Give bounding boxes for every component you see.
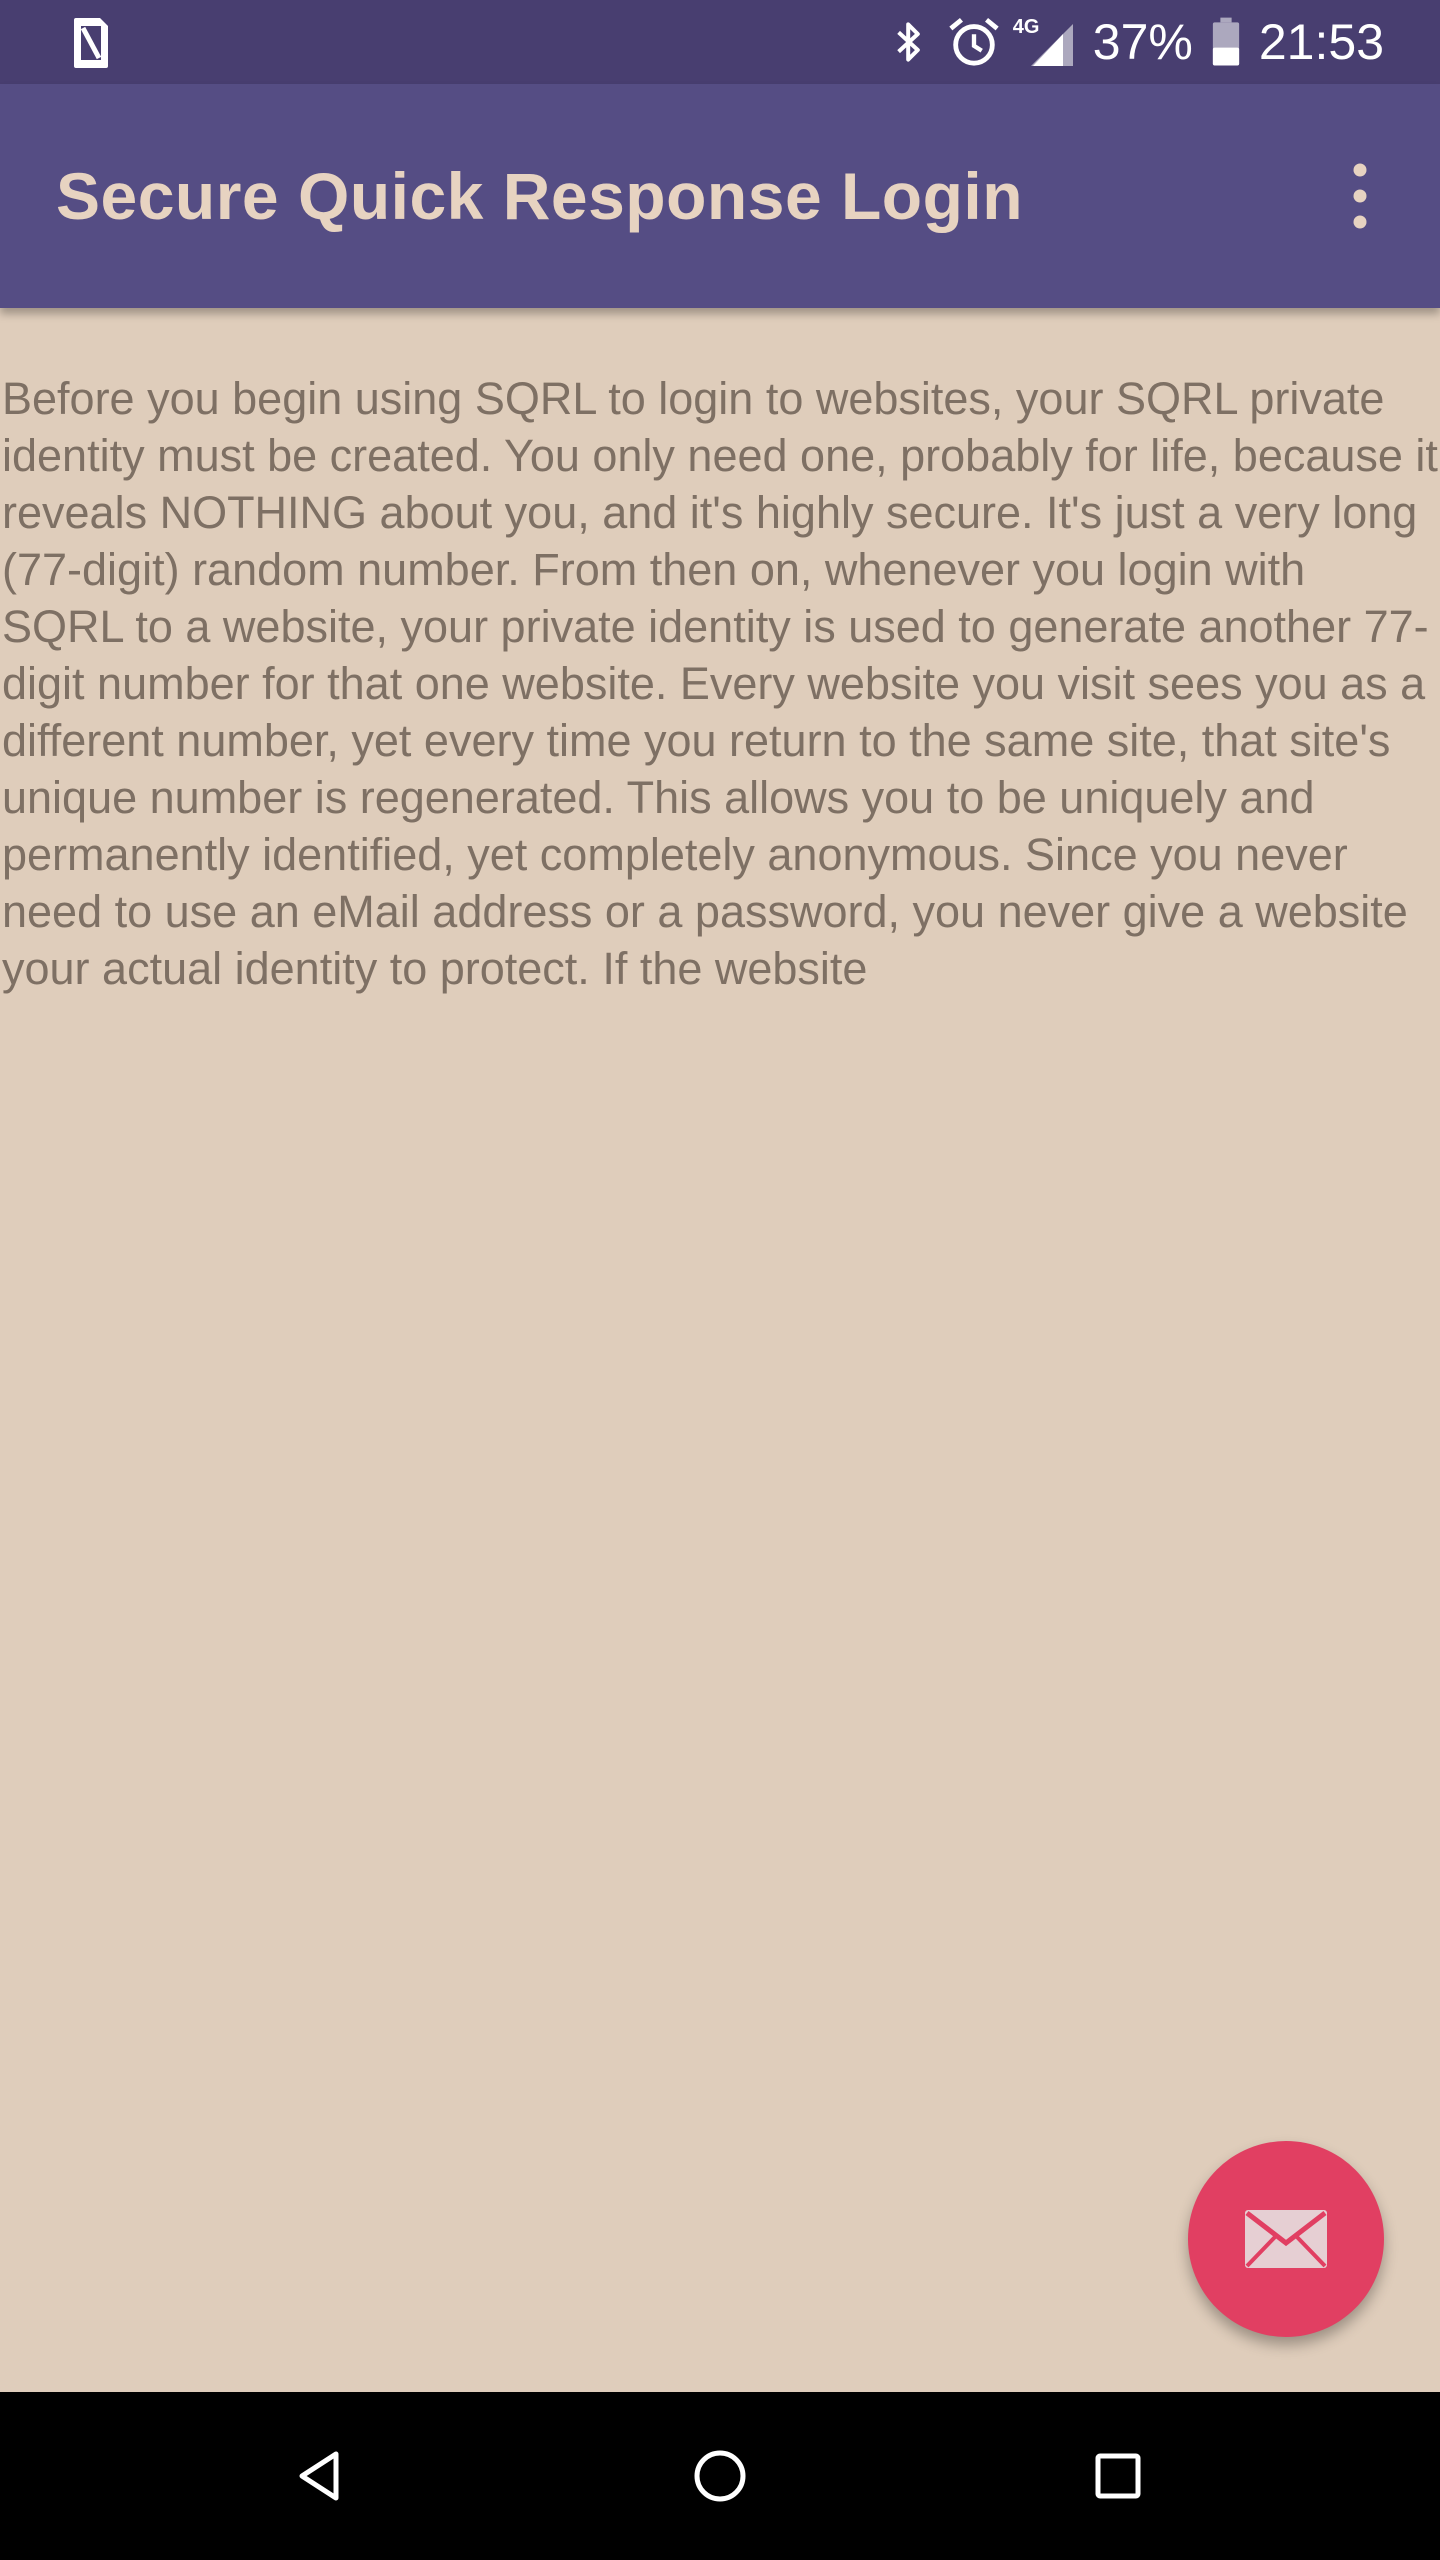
clock: 21:53 — [1258, 14, 1384, 70]
intro-text: Before you begin using SQRL to login to … — [2, 373, 1438, 994]
sim-card-icon — [72, 16, 110, 70]
cellular-signal-icon: 4G — [1013, 14, 1075, 70]
main-content: Before you begin using SQRL to login to … — [0, 370, 1440, 997]
recents-button[interactable] — [1058, 2416, 1178, 2536]
home-button[interactable] — [660, 2416, 780, 2536]
email-fab-button[interactable] — [1188, 2141, 1384, 2337]
app-bar: Secure Quick Response Login — [0, 84, 1440, 308]
status-icons: 4G 37% 21:53 — [889, 0, 1384, 84]
app-title: Secure Quick Response Login — [56, 159, 1024, 233]
bluetooth-icon — [889, 14, 929, 70]
email-icon — [1245, 2210, 1327, 2268]
status-bar: 4G 37% 21:53 — [0, 0, 1440, 84]
navigation-bar — [0, 2392, 1440, 2560]
back-button[interactable] — [262, 2416, 382, 2536]
battery-percent: 37% — [1092, 14, 1193, 70]
more-options-button[interactable] — [1300, 136, 1420, 256]
battery-icon — [1211, 14, 1241, 70]
home-icon — [694, 2450, 746, 2502]
recents-icon — [1095, 2453, 1141, 2499]
network-type-label: 4G — [1012, 16, 1040, 38]
screen: 4G 37% 21:53 Secure Quick Response Login — [0, 0, 1440, 2560]
more-vert-icon — [1353, 163, 1367, 229]
back-icon — [299, 2451, 339, 2501]
alarm-clock-icon — [947, 14, 1001, 70]
